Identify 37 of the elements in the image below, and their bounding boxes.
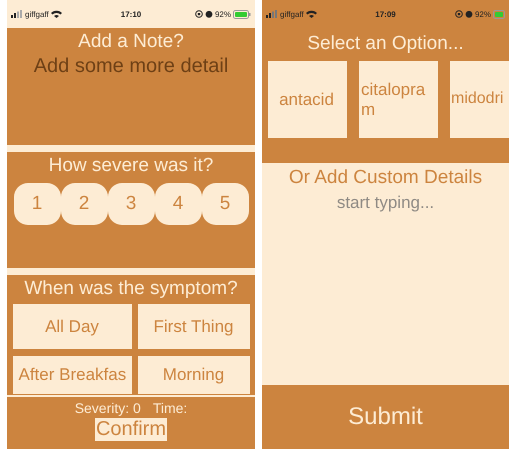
severity-button[interactable]: 4 [154, 183, 202, 225]
rotation-lock-icon [454, 10, 463, 18]
severity-button[interactable]: 3 [108, 183, 154, 225]
wifi-icon [50, 10, 62, 18]
timing-button[interactable]: After Breakfas [12, 356, 132, 394]
battery-icon [493, 10, 505, 18]
note-field[interactable]: Add some more detail [7, 53, 255, 145]
clock-time: 17:09 [375, 10, 396, 18]
timing-button[interactable]: All Day [12, 304, 132, 349]
battery-icon [233, 10, 251, 18]
severity-button[interactable]: 2 [60, 183, 108, 225]
custom-details-field[interactable]: start typing... [262, 189, 509, 385]
time-readout: Time: [152, 400, 188, 416]
wifi-icon [306, 10, 317, 18]
battery-percent: 92% [214, 10, 231, 18]
severity-readout: Severity: 0 [74, 400, 141, 416]
carrier-name: giffgaff [25, 10, 49, 18]
severity-button[interactable]: 1 [14, 183, 60, 225]
options-title: Select an Option... [306, 33, 465, 55]
signal-icon [11, 10, 23, 18]
timing-button[interactable]: Morning [138, 356, 250, 394]
severity-title: How severe was it? [48, 155, 214, 177]
timing-button[interactable]: First Thing [138, 304, 250, 349]
clock-time: 17:10 [120, 10, 142, 18]
submit-button[interactable]: Submit [262, 385, 509, 449]
battery-percent: 92% [474, 10, 491, 18]
option-tile[interactable]: citalopram [359, 61, 438, 138]
signal-icon [266, 10, 278, 18]
option-tile[interactable]: midodri [450, 61, 509, 138]
carrier-name: giffgaff [280, 10, 304, 18]
custom-title: Or Add Custom Details [262, 163, 509, 189]
timing-title: When was the symptom? [24, 278, 238, 300]
note-title: Add a Note? [7, 28, 255, 53]
option-tile[interactable]: antacid [268, 61, 347, 138]
rotation-lock-icon [194, 10, 203, 18]
confirm-button[interactable]: Confirm [94, 418, 167, 441]
severity-button[interactable]: 5 [202, 183, 248, 225]
